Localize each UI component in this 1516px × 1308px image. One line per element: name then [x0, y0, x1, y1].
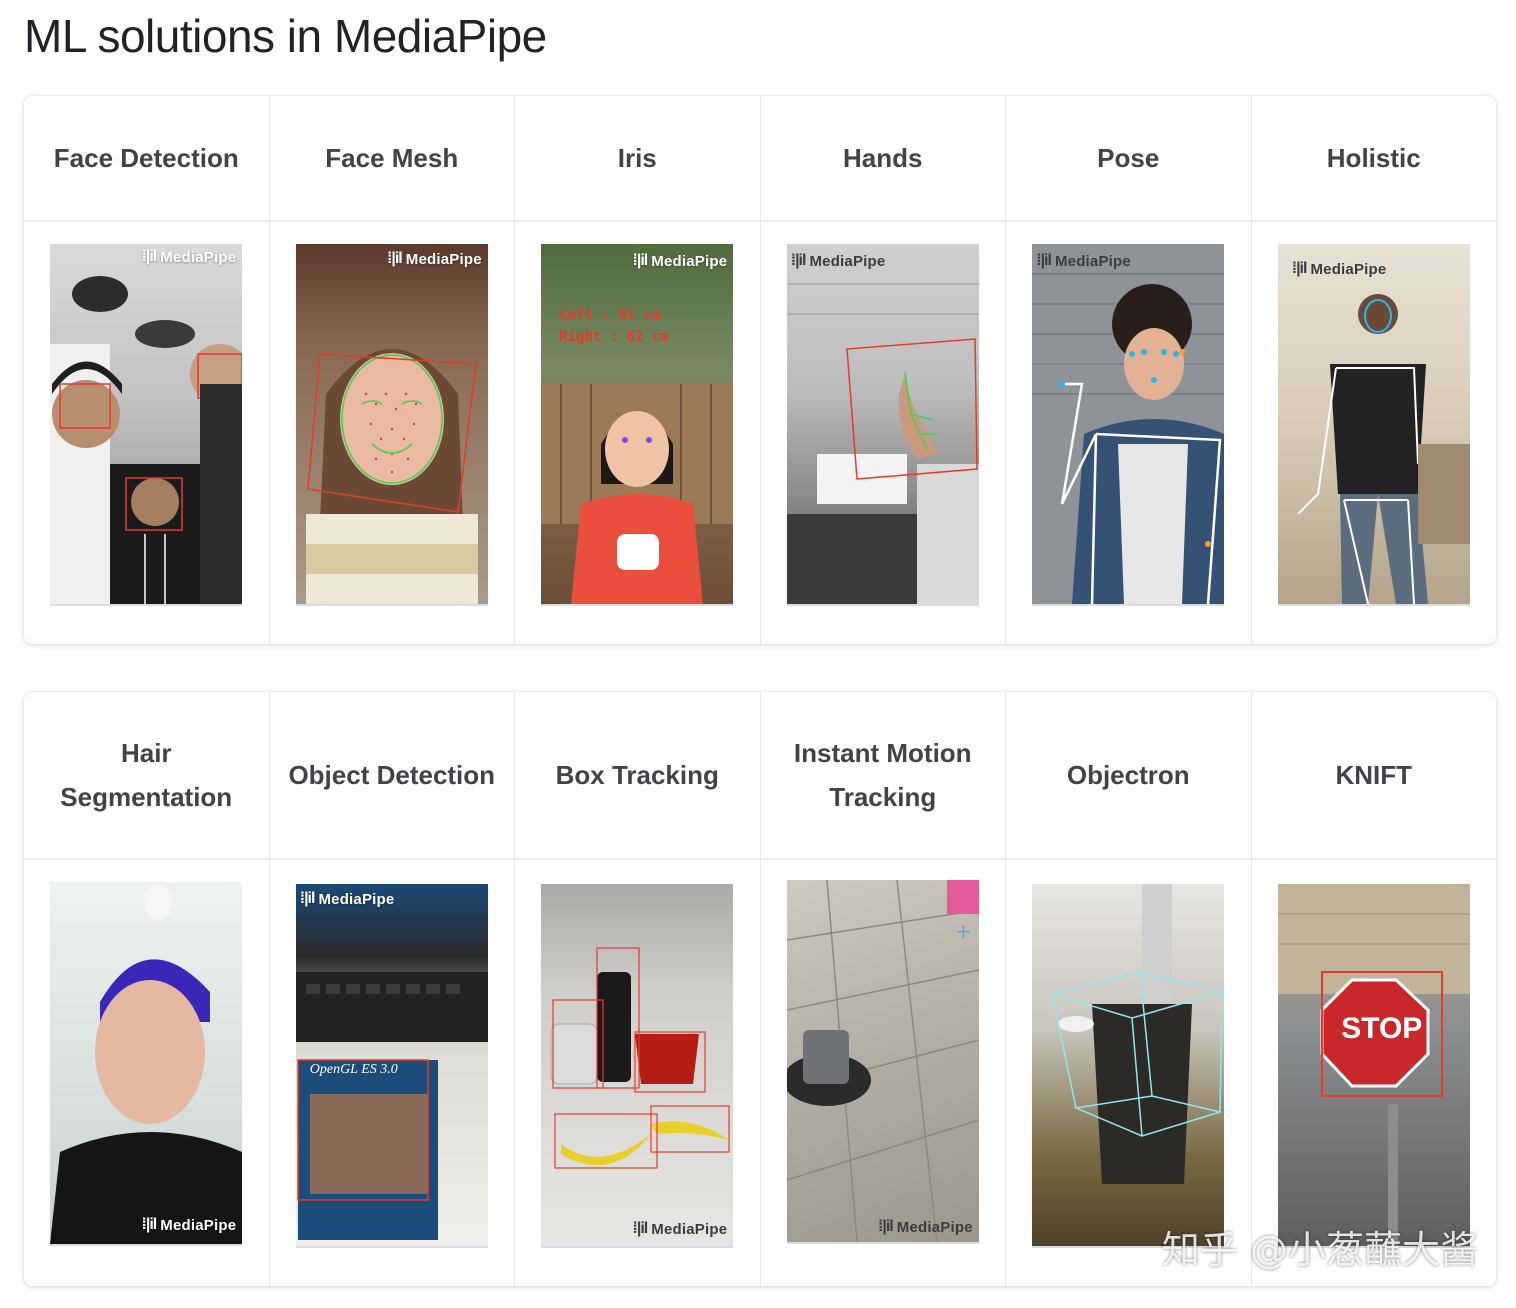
column-header: Objectron — [1006, 692, 1251, 860]
column-header: Holistic — [1251, 96, 1496, 222]
knift-demo-image[interactable]: STOP — [1277, 884, 1470, 1246]
iris-demo-image[interactable]: Left : 61 cm Right : 62 cm ⁞|il MediaPip… — [541, 244, 734, 604]
solution-face-detection: Face Detection ⁞|il MediaPipe — [24, 96, 270, 644]
mediapipe-watermark: ⁞|il MediaPipe — [632, 1220, 728, 1238]
solution-objectron: Objectron — [1006, 692, 1252, 1286]
mediapipe-logo-icon: ⁞|il — [141, 248, 158, 265]
holistic-demo-image[interactable]: ⁞|il MediaPipe — [1277, 244, 1470, 604]
solution-pose: Pose ⁞|il MediaPipe — [1006, 96, 1252, 644]
solution-instant-motion-tracking: Instant Motion Tracking + ⁞|il MediaPipe — [760, 692, 1006, 1286]
solution-iris: Iris Left: 61 cm Right: 62 cm ⁞|il Med… — [515, 96, 761, 644]
mediapipe-logo-icon: ⁞|il — [790, 252, 807, 269]
mediapipe-watermark: ⁞|il MediaPipe — [299, 890, 395, 908]
box-tracking-demo-image[interactable]: ⁞|il MediaPipe — [541, 884, 734, 1246]
column-header: Iris — [515, 96, 760, 222]
objectron-demo-image[interactable] — [1032, 884, 1225, 1246]
mediapipe-logo-icon: ⁞|il — [878, 1218, 894, 1235]
column-header: Face Detection — [24, 96, 269, 222]
face-mesh-demo-image[interactable]: ⁞|il MediaPipe — [295, 244, 488, 604]
mediapipe-logo-icon: ⁞|il — [141, 1216, 158, 1233]
mediapipe-logo-icon: ⁞|il — [299, 890, 316, 907]
column-header: Hair Segmentation — [24, 692, 269, 860]
column-header: Face Mesh — [269, 96, 514, 222]
solutions-table-row-2: Hair Segmentation ⁞|il MediaPipe Object … — [24, 692, 1496, 1286]
iris-distance-readout: Left : 61 cm Right : 62 cm — [559, 307, 669, 345]
instant-motion-tracking-demo-image[interactable]: + ⁞|il MediaPipe — [786, 880, 979, 1242]
solution-face-mesh: Face Mesh ⁞|il MediaPipe — [269, 96, 515, 644]
column-header: Hands — [760, 96, 1005, 222]
mediapipe-watermark: ⁞|il MediaPipe — [1036, 252, 1131, 270]
mediapipe-watermark: ⁞|il MediaPipe — [790, 252, 886, 270]
mediapipe-watermark: ⁞|il MediaPipe — [141, 1216, 237, 1234]
column-header: KNIFT — [1251, 692, 1496, 860]
mediapipe-logo-icon: ⁞|il — [1291, 260, 1308, 277]
svg-text:+: + — [955, 919, 972, 943]
stop-sign-text: STOP — [1341, 1012, 1423, 1045]
mediapipe-logo-icon: ⁞|il — [632, 252, 649, 269]
solutions-table-row-1: Face Detection ⁞|il MediaPipe Face Mesh … — [24, 96, 1496, 644]
solution-hands: Hands ⁞|il MediaPipe — [760, 96, 1006, 644]
object-detection-demo-image[interactable]: OpenGL ES 3.0 ⁞|il MediaPipe — [295, 884, 488, 1246]
mediapipe-logo-icon: ⁞|il — [1036, 252, 1052, 269]
pose-demo-image[interactable]: ⁞|il MediaPipe — [1032, 244, 1225, 604]
solution-hair-segmentation: Hair Segmentation ⁞|il MediaPipe — [24, 692, 270, 1286]
mediapipe-watermark: ⁞|il MediaPipe — [141, 248, 237, 266]
mediapipe-logo-icon: ⁞|il — [387, 250, 403, 267]
book-title: OpenGL ES 3.0 — [309, 1062, 398, 1077]
mediapipe-watermark: ⁞|il MediaPipe — [878, 1218, 973, 1236]
mediapipe-logo-icon: ⁞|il — [632, 1220, 649, 1237]
column-header: Box Tracking — [515, 692, 760, 860]
column-header: Instant Motion Tracking — [760, 692, 1005, 860]
hands-demo-image[interactable]: ⁞|il MediaPipe — [786, 244, 979, 604]
face-detection-demo-image[interactable]: ⁞|il MediaPipe — [50, 244, 243, 604]
site-watermark: 知乎 @小葱蘸大酱 — [1161, 1228, 1478, 1272]
mediapipe-watermark: ⁞|il MediaPipe — [1291, 260, 1387, 278]
solution-object-detection: Object Detection OpenGL ES 3.0 ⁞|il Medi… — [269, 692, 515, 1286]
column-header: Object Detection — [269, 692, 514, 860]
solution-box-tracking: Box Tracking ⁞|il MediaPipe — [515, 692, 761, 1286]
solution-knift: KNIFT STOP — [1251, 692, 1496, 1286]
mediapipe-watermark: ⁞|il MediaPipe — [632, 252, 728, 270]
page-title: ML solutions in MediaPipe — [24, 10, 547, 62]
solution-holistic: Holistic ⁞|il MediaPipe — [1251, 96, 1496, 644]
mediapipe-watermark: ⁞|il MediaPipe — [387, 250, 482, 268]
hair-segmentation-demo-image[interactable]: ⁞|il MediaPipe — [50, 882, 243, 1244]
column-header: Pose — [1006, 96, 1251, 222]
